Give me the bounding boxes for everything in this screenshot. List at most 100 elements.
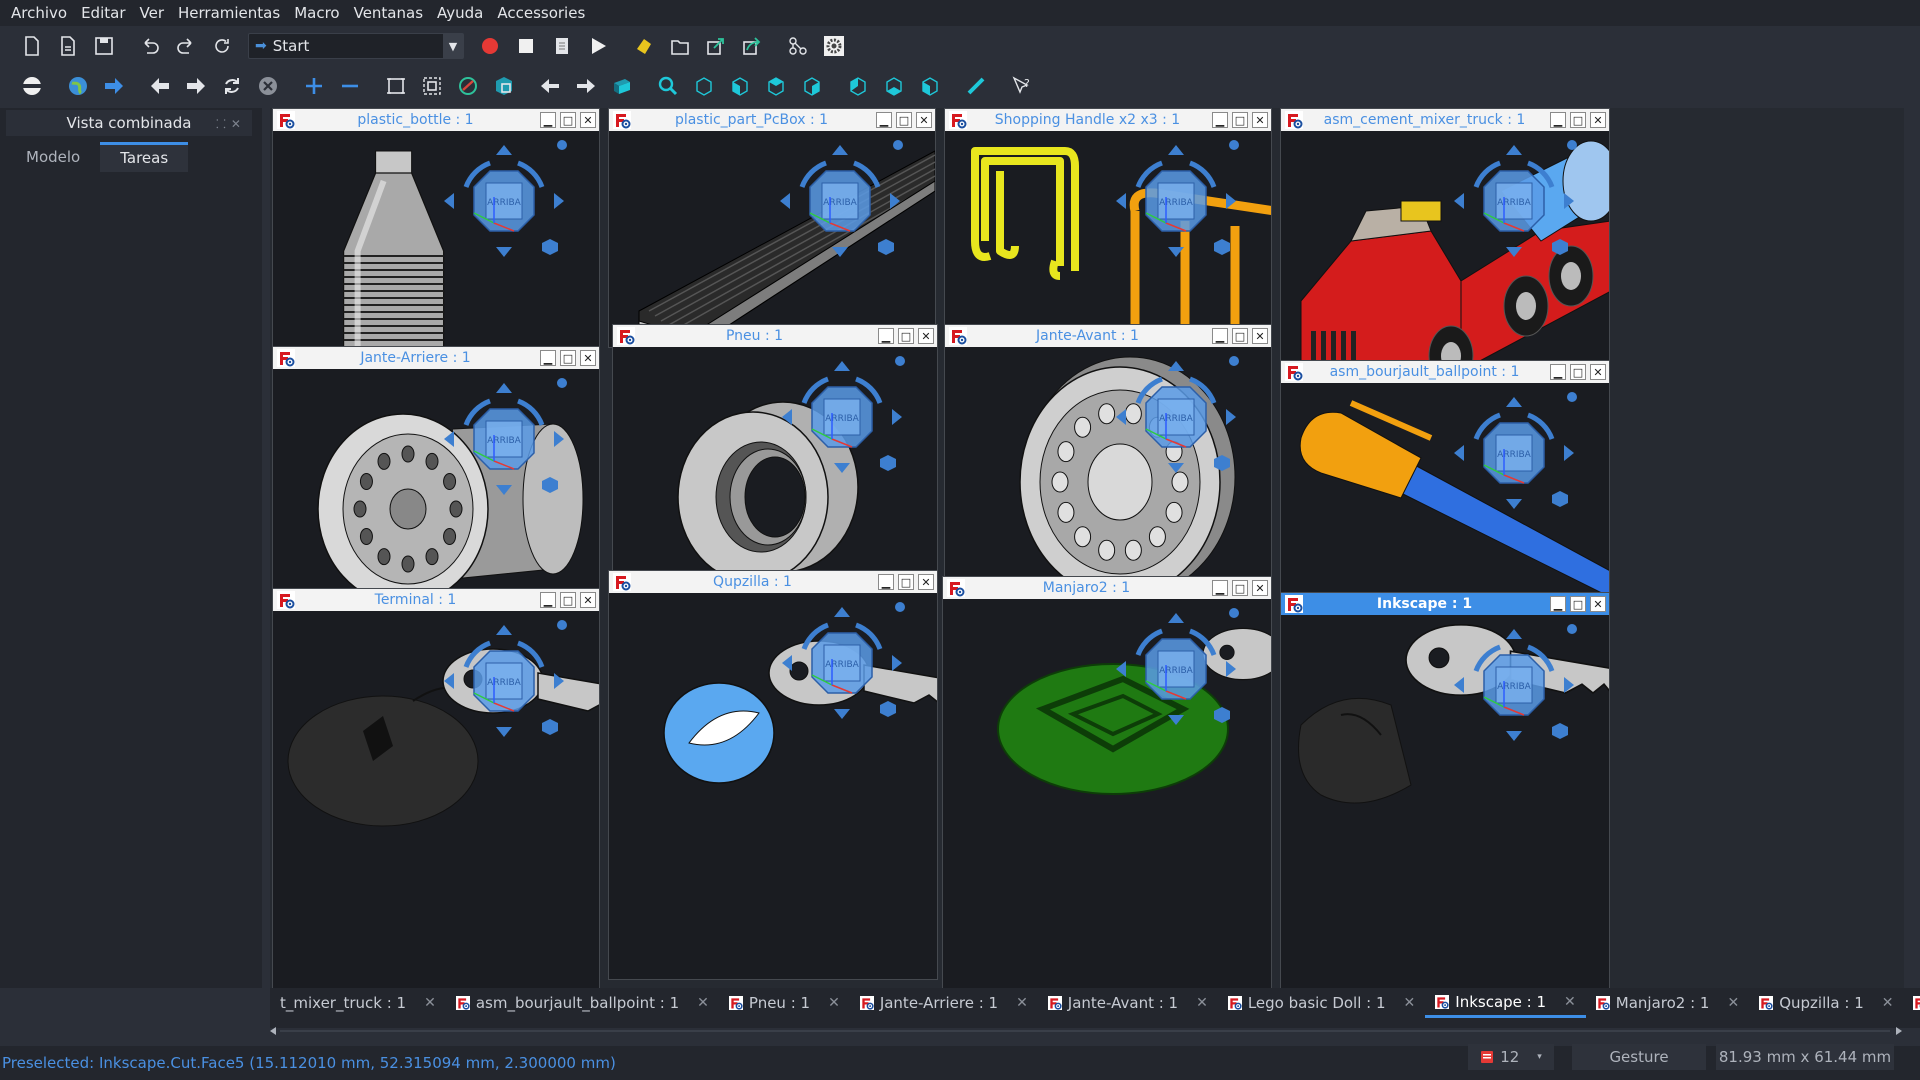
maximize-button[interactable]: □: [1570, 364, 1586, 380]
navigation-style[interactable]: Gesture: [1572, 1044, 1706, 1070]
viewer-window-keyblue[interactable]: Qupzilla : 1 ▁ □ ✕ ARRIBA: [608, 570, 938, 980]
window-titlebar[interactable]: plastic_part_PcBox : 1 ▁ □ ✕: [609, 109, 935, 131]
3d-viewport[interactable]: ARRIBA: [945, 347, 1271, 583]
3d-viewport[interactable]: ARRIBA: [609, 593, 937, 979]
close-icon[interactable]: ✕: [828, 995, 840, 1011]
export-icon[interactable]: [701, 31, 731, 61]
3d-viewport[interactable]: ARRIBA: [613, 347, 937, 583]
selection-forward-icon[interactable]: [571, 71, 601, 101]
close-button[interactable]: ✕: [1590, 364, 1606, 380]
document-tab[interactable]: Jante-Avant : 1 ✕: [1038, 988, 1218, 1018]
document-tab[interactable]: Terminal : 1✕: [1903, 988, 1920, 1018]
close-icon[interactable]: ✕: [1016, 995, 1028, 1011]
maximize-button[interactable]: □: [896, 112, 912, 128]
maximize-button[interactable]: □: [560, 112, 576, 128]
3d-viewport[interactable]: ARRIBA: [273, 131, 599, 347]
workbench-selector[interactable]: ➡ Start ▼: [248, 33, 464, 59]
viewer-window-rimfront[interactable]: Jante-Avant : 1 ▁ □ ✕ ARRIBA: [944, 324, 1272, 584]
close-icon[interactable]: ✕: [1882, 995, 1894, 1011]
3d-scene[interactable]: ARRIBA: [1281, 615, 1609, 991]
close-button[interactable]: ✕: [1590, 112, 1606, 128]
viewer-window-handle[interactable]: Shopping Handle x2 x3 : 1 ▁ □ ✕ ARRIBA: [944, 108, 1272, 348]
window-titlebar[interactable]: asm_bourjault_ballpoint : 1 ▁ □ ✕: [1281, 361, 1609, 383]
close-button[interactable]: ✕: [580, 112, 596, 128]
addon-icon[interactable]: [629, 31, 659, 61]
forward-arrow-icon[interactable]: [181, 71, 211, 101]
3d-scene[interactable]: ARRIBA: [613, 347, 937, 583]
folder-icon[interactable]: [665, 31, 695, 61]
window-titlebar[interactable]: Qupzilla : 1 ▁ □ ✕: [609, 571, 937, 593]
3d-scene[interactable]: ARRIBA: [273, 131, 599, 347]
web-forward-arrow-icon[interactable]: [99, 71, 129, 101]
view-left-icon[interactable]: [915, 71, 945, 101]
redo-icon[interactable]: [171, 31, 201, 61]
stop-loading-icon[interactable]: [253, 71, 283, 101]
close-icon[interactable]: ✕: [697, 995, 709, 1011]
minimize-button[interactable]: ▁: [1550, 112, 1566, 128]
panel-tab-tareas[interactable]: Tareas: [100, 142, 189, 172]
document-tab[interactable]: Qupzilla : 1 ✕: [1749, 988, 1903, 1018]
std-views-icon[interactable]: [489, 71, 519, 101]
maximize-button[interactable]: □: [1232, 112, 1248, 128]
maximize-button[interactable]: □: [1570, 596, 1586, 612]
macro-stop-icon[interactable]: [511, 31, 541, 61]
3d-scene[interactable]: ARRIBA: [273, 369, 599, 595]
menu-ayuda[interactable]: Ayuda: [430, 0, 490, 26]
menu-ventanas[interactable]: Ventanas: [347, 0, 430, 26]
3d-scene[interactable]: ARRIBA: [609, 131, 935, 347]
back-arrow-icon[interactable]: [145, 71, 175, 101]
document-tab[interactable]: Jante-Arriere : 1 ✕: [850, 988, 1038, 1018]
macro-edit-icon[interactable]: [547, 31, 577, 61]
navigation-cube[interactable]: ARRIBA: [1454, 392, 1577, 509]
reload-icon[interactable]: [217, 71, 247, 101]
document-tab[interactable]: Lego basic Doll : 1 ✕: [1218, 988, 1425, 1018]
view-right-icon[interactable]: [797, 71, 827, 101]
view-bottom-icon[interactable]: [879, 71, 909, 101]
minimize-button[interactable]: ▁: [540, 112, 556, 128]
minimize-button[interactable]: ▁: [1550, 364, 1566, 380]
share-icon[interactable]: [737, 31, 767, 61]
3d-viewport[interactable]: ARRIBA: [273, 611, 599, 991]
3d-viewport[interactable]: ARRIBA: [945, 131, 1271, 347]
navigation-cube[interactable]: ARRIBA: [444, 140, 567, 257]
draw-style-icon[interactable]: [453, 71, 483, 101]
web-globe-icon[interactable]: [63, 71, 93, 101]
window-titlebar[interactable]: Terminal : 1 ▁ □ ✕: [273, 589, 599, 611]
close-button[interactable]: ✕: [1252, 328, 1268, 344]
3d-viewport[interactable]: ARRIBA: [609, 131, 935, 347]
close-button[interactable]: ✕: [1252, 112, 1268, 128]
window-titlebar[interactable]: Jante-Arriere : 1 ▁ □ ✕: [273, 347, 599, 369]
panel-float-close-icons[interactable]: ⸬✕: [216, 115, 246, 132]
viewer-window-pcbox[interactable]: plastic_part_PcBox : 1 ▁ □ ✕ ARRIBA: [608, 108, 936, 348]
document-tab[interactable]: asm_bourjault_ballpoint : 1 ✕: [446, 988, 719, 1018]
view-box-icon[interactable]: [607, 71, 637, 101]
undo-icon[interactable]: [135, 31, 165, 61]
settings-gear-icon[interactable]: [819, 31, 849, 61]
close-button[interactable]: ✕: [918, 574, 934, 590]
minimize-button[interactable]: ▁: [1550, 596, 1566, 612]
measure-icon[interactable]: [961, 71, 991, 101]
selection-back-icon[interactable]: [535, 71, 565, 101]
maximize-button[interactable]: □: [1232, 328, 1248, 344]
notifications-area[interactable]: 12 ▾: [1468, 1044, 1554, 1070]
document-tab[interactable]: t_mixer_truck : 1 ✕: [270, 988, 446, 1018]
view-front-icon[interactable]: [725, 71, 755, 101]
maximize-button[interactable]: □: [898, 328, 914, 344]
viewer-window-keygreen[interactable]: Manjaro2 : 1 ▁ □ ✕ ARRIBA: [942, 576, 1272, 992]
close-icon[interactable]: ✕: [424, 995, 436, 1011]
maximize-button[interactable]: □: [1232, 580, 1248, 596]
menu-ver[interactable]: Ver: [133, 0, 172, 26]
minimize-button[interactable]: ▁: [1212, 328, 1228, 344]
minimize-button[interactable]: ▁: [540, 592, 556, 608]
whats-this-icon[interactable]: ?: [1007, 71, 1037, 101]
3d-scene[interactable]: ARRIBA: [1281, 131, 1609, 375]
window-titlebar[interactable]: Manjaro2 : 1 ▁ □ ✕: [943, 577, 1271, 599]
close-button[interactable]: ✕: [580, 592, 596, 608]
close-icon[interactable]: ✕: [1196, 995, 1208, 1011]
document-tab[interactable]: Inkscape : 1 ✕: [1425, 988, 1586, 1018]
viewer-window-truck[interactable]: asm_cement_mixer_truck : 1 ▁□✕ ARRIBA4.4 m…: [1280, 108, 1610, 376]
document-tab[interactable]: Manjaro2 : 1 ✕: [1586, 988, 1749, 1018]
close-button[interactable]: ✕: [1590, 596, 1606, 612]
fit-selection-icon[interactable]: [417, 71, 447, 101]
3d-viewport[interactable]: ARRIBA4.4 ms / 0.3 fps: [1281, 131, 1609, 375]
